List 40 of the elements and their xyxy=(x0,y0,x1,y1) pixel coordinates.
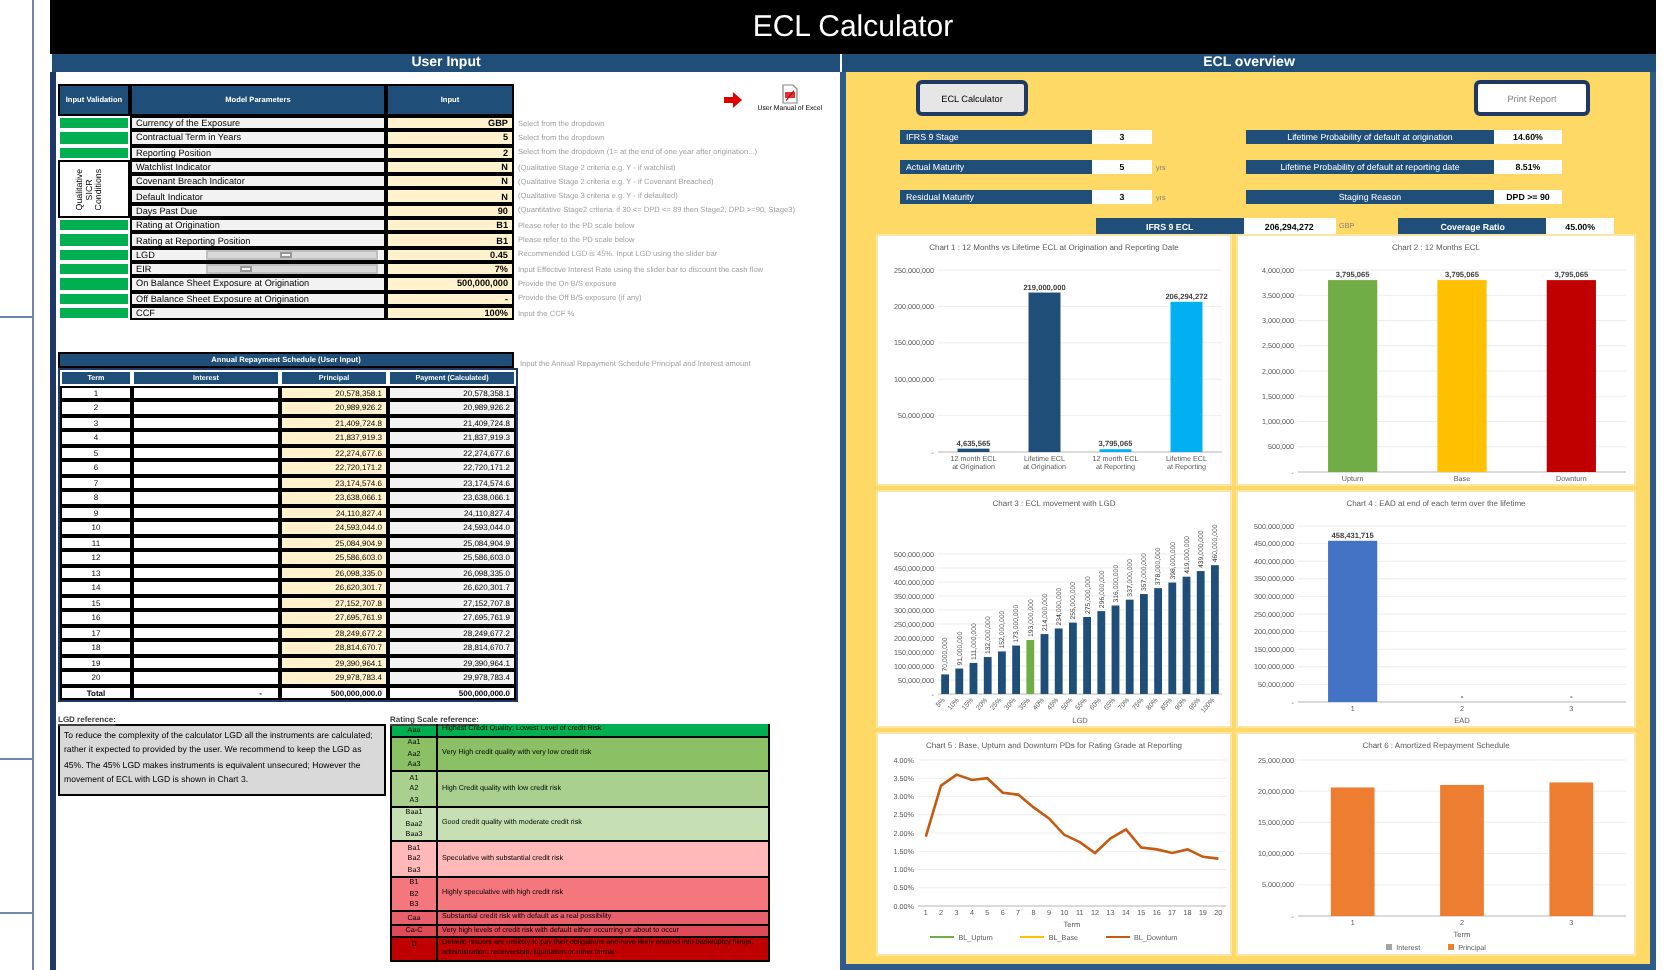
table-cell[interactable] xyxy=(132,520,280,536)
table-cell[interactable] xyxy=(132,490,280,506)
table-cell[interactable] xyxy=(132,400,280,416)
table-cell[interactable] xyxy=(132,670,280,686)
table-cell[interactable] xyxy=(132,610,280,626)
bar xyxy=(1440,784,1484,916)
bar xyxy=(1182,576,1191,694)
bar xyxy=(983,657,992,694)
slider-thumb[interactable] xyxy=(280,251,292,258)
bar xyxy=(955,668,964,694)
bar xyxy=(998,651,1006,694)
bar xyxy=(1026,639,1035,694)
table-cell[interactable] xyxy=(132,580,280,596)
bar xyxy=(1211,565,1219,694)
document-icon[interactable] xyxy=(781,84,798,104)
bar xyxy=(1168,582,1177,694)
bar xyxy=(1140,594,1148,694)
slider[interactable] xyxy=(206,249,378,260)
arrow-icon xyxy=(723,92,742,108)
bar xyxy=(1196,571,1205,694)
slider[interactable] xyxy=(206,264,378,275)
bar xyxy=(1549,782,1594,916)
table-cell[interactable] xyxy=(132,550,280,566)
bar xyxy=(1125,599,1134,694)
bar xyxy=(969,662,978,694)
bar xyxy=(1012,645,1020,694)
bar xyxy=(1154,588,1162,694)
bar xyxy=(1069,622,1077,694)
bar xyxy=(1097,611,1106,694)
bar xyxy=(1083,617,1091,694)
bar xyxy=(1111,605,1120,694)
table-cell[interactable] xyxy=(132,640,280,656)
window-title: ECL Calculator xyxy=(752,10,954,44)
table-cell[interactable] xyxy=(132,430,280,446)
slider-thumb[interactable] xyxy=(240,266,252,273)
bar xyxy=(941,674,949,694)
bar xyxy=(1054,628,1063,694)
bar xyxy=(1040,634,1049,694)
bar xyxy=(1330,787,1375,916)
table-cell[interactable] xyxy=(132,460,280,476)
